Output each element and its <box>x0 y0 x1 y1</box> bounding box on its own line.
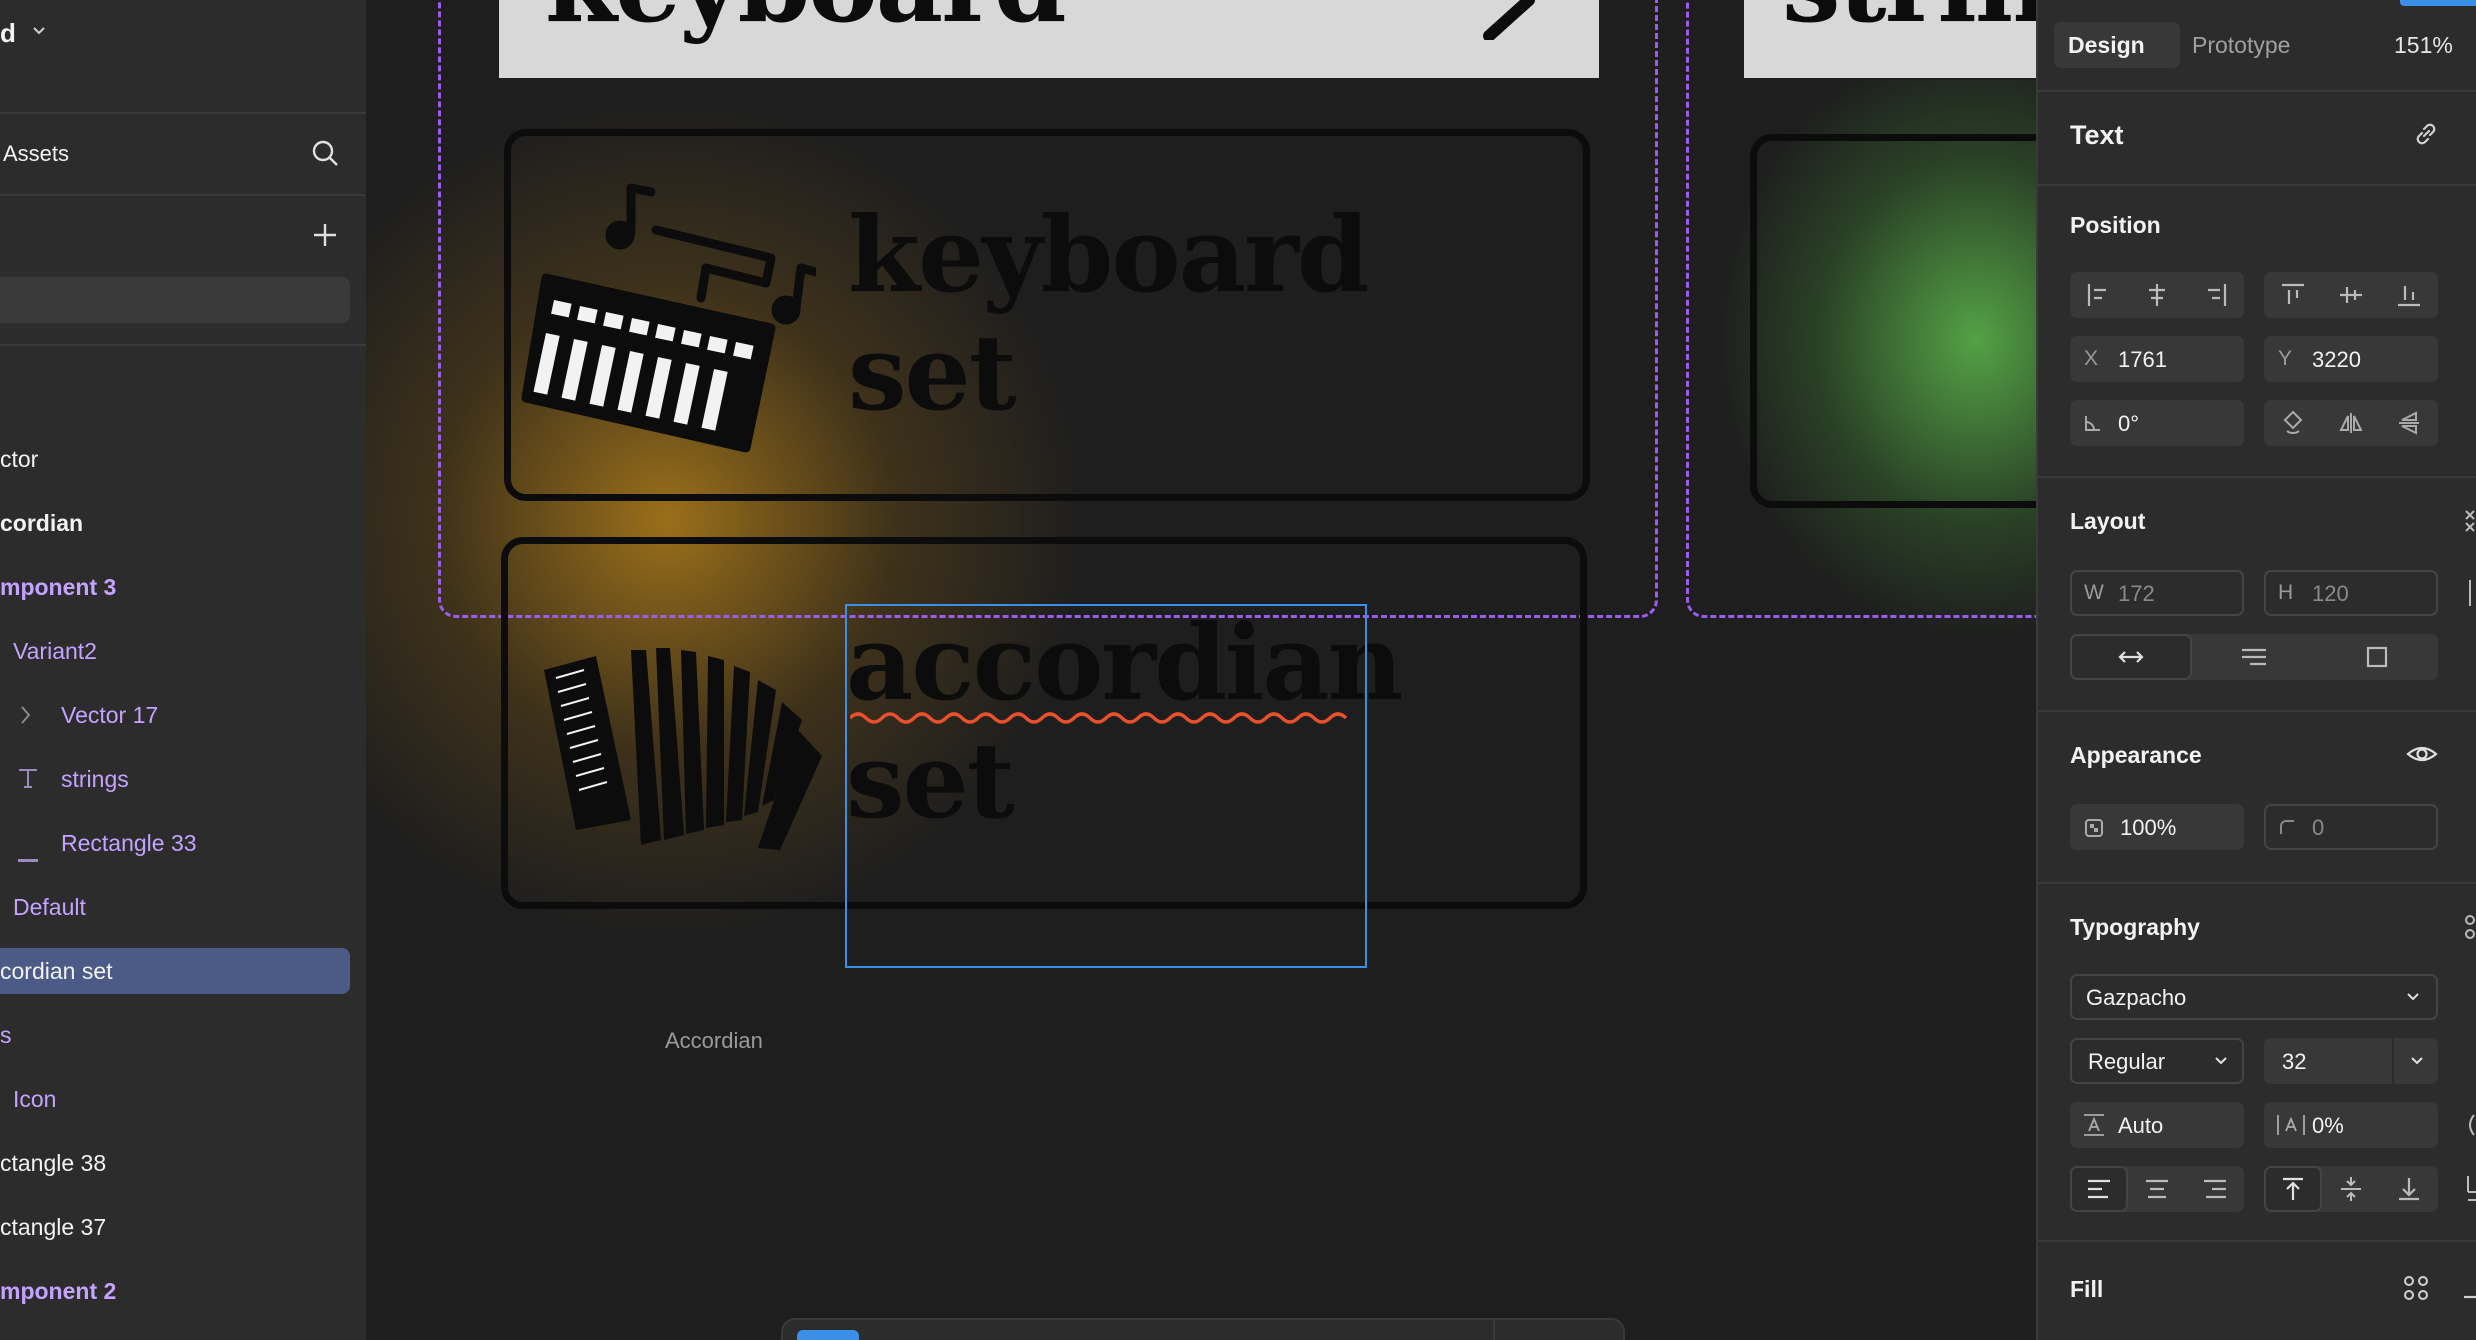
typography-title: Typography <box>2070 914 2200 940</box>
constraints-icon[interactable] <box>2462 578 2476 613</box>
section-title-text: Text <box>2070 120 2124 150</box>
strings-set-card[interactable] <box>1750 134 2036 508</box>
visibility-eye-icon[interactable] <box>2406 742 2438 771</box>
chevron-down-icon[interactable] <box>32 26 46 36</box>
transform-group <box>2264 400 2438 446</box>
tab-prototype[interactable]: Prototype <box>2192 32 2290 59</box>
align-middle-icon[interactable] <box>2322 272 2380 318</box>
text-icon <box>16 766 40 796</box>
layer-item[interactable]: mponent 2 <box>0 1268 350 1314</box>
line-height-field[interactable]: Auto <box>2070 1102 2244 1148</box>
line-height-icon <box>2082 1113 2106 1142</box>
typography-settings-icon[interactable] <box>2462 914 2476 945</box>
layer-item[interactable]: ctangle 37 <box>0 1204 350 1250</box>
y-position-field[interactable]: Y 3220 <box>2264 336 2438 382</box>
bottom-toolbar[interactable] <box>781 1318 1625 1340</box>
toolbar-divider <box>1493 1320 1495 1340</box>
resize-mode-group <box>2070 634 2438 680</box>
layer-item[interactable]: Default <box>0 884 350 930</box>
layer-item[interactable]: Rectangle 33 <box>0 820 350 866</box>
fixed-size-icon[interactable] <box>2316 634 2438 680</box>
height-field[interactable]: H 120 <box>2264 570 2438 616</box>
link-icon[interactable] <box>2412 120 2440 153</box>
angle-icon <box>2084 414 2102 437</box>
text-options-icon[interactable] <box>2464 1112 2476 1143</box>
font-weight-select[interactable]: Regular <box>2070 1038 2244 1084</box>
tab-design[interactable]: Design <box>2054 22 2180 68</box>
x-position-field[interactable]: X 1761 <box>2070 336 2244 382</box>
layer-item[interactable]: ctor <box>0 436 350 482</box>
styles-grid-icon[interactable] <box>2402 1274 2430 1307</box>
accordion-icon <box>536 640 836 865</box>
rotate-icon[interactable] <box>2264 400 2322 446</box>
chevron-right-icon[interactable] <box>20 704 32 731</box>
horizontal-align-group <box>2070 272 2244 318</box>
layer-item[interactable]: Vector 17 <box>0 692 350 738</box>
auto-width-icon[interactable] <box>2070 634 2192 680</box>
file-title[interactable]: d <box>0 18 16 49</box>
corner-radius-field[interactable]: 0 <box>2264 804 2438 850</box>
keyboard-set-line2[interactable]: set <box>848 314 1017 432</box>
align-top-icon[interactable] <box>2264 272 2322 318</box>
text-more-options-icon[interactable] <box>2464 1174 2476 1207</box>
layout-title: Layout <box>2070 508 2146 534</box>
add-page-icon[interactable] <box>311 221 339 249</box>
rotation-field[interactable]: 0° <box>2070 400 2244 446</box>
corner-radius-icon <box>2278 818 2296 841</box>
keyboard-set-line1[interactable]: keyboard <box>848 196 1370 314</box>
align-bottom-icon[interactable] <box>2380 272 2438 318</box>
properties-panel: Design Prototype 151% Text Position X 176… <box>2036 0 2476 1340</box>
flip-vertical-icon[interactable] <box>2380 400 2438 446</box>
align-right-icon[interactable] <box>2186 272 2244 318</box>
align-left-icon[interactable] <box>2070 272 2128 318</box>
text-align-right-icon[interactable] <box>2186 1166 2244 1212</box>
layer-item[interactable]: ctangle 38 <box>0 1140 350 1186</box>
layer-item-selected[interactable]: cordian set <box>0 948 350 994</box>
vertical-align-group <box>2264 272 2438 318</box>
page-item-selected[interactable] <box>0 277 350 323</box>
layer-item[interactable]: strings <box>0 756 350 802</box>
font-family-select[interactable]: Gazpacho <box>2070 974 2438 1020</box>
add-fill-icon[interactable] <box>2462 1286 2476 1304</box>
chevron-down-icon <box>2214 1056 2228 1066</box>
chevron-down-icon <box>2406 992 2420 1002</box>
text-selection-box[interactable] <box>845 604 1367 968</box>
line-icon <box>16 842 40 869</box>
align-center-h-icon[interactable] <box>2128 272 2186 318</box>
keyboard-icon <box>516 178 821 463</box>
assets-tab[interactable]: Assets <box>3 141 69 167</box>
frame-label[interactable]: Accordian <box>665 1028 763 1054</box>
fill-title: Fill <box>2070 1276 2104 1302</box>
move-tool-button[interactable] <box>797 1330 859 1340</box>
share-button-partial[interactable] <box>2400 0 2476 6</box>
layer-item[interactable]: s <box>0 1012 350 1058</box>
text-align-bottom-icon[interactable] <box>2380 1166 2438 1212</box>
width-field[interactable]: W 172 <box>2070 570 2244 616</box>
layer-item[interactable]: mponent 3 <box>0 564 350 610</box>
layer-item[interactable]: Variant2 <box>0 628 350 674</box>
layers-sidebar: d Assets ctor cordian mponent 3 Variant2… <box>0 0 368 1340</box>
design-canvas[interactable]: keyboard string <box>366 0 2036 1340</box>
letter-spacing-field[interactable]: 0% <box>2264 1102 2438 1148</box>
text-align-center-icon[interactable] <box>2128 1166 2186 1212</box>
opacity-icon <box>2084 818 2104 843</box>
text-align-middle-icon[interactable] <box>2322 1166 2380 1212</box>
auto-height-icon[interactable] <box>2192 634 2316 680</box>
position-title: Position <box>2070 212 2161 238</box>
zoom-level[interactable]: 151% <box>2394 32 2453 59</box>
letter-spacing-icon <box>2276 1113 2306 1142</box>
text-align-horizontal-group <box>2070 1166 2244 1212</box>
font-size-field[interactable]: 32 <box>2264 1038 2438 1084</box>
layer-item[interactable]: Icon <box>0 1076 350 1122</box>
layout-collapse-icon[interactable] <box>2462 508 2476 539</box>
flip-horizontal-icon[interactable] <box>2322 400 2380 446</box>
appearance-title: Appearance <box>2070 742 2202 768</box>
chevron-down-icon[interactable] <box>2410 1056 2424 1066</box>
search-icon[interactable] <box>310 138 340 168</box>
text-align-left-icon[interactable] <box>2070 1166 2128 1212</box>
text-align-vertical-group <box>2264 1166 2438 1212</box>
text-align-top-icon[interactable] <box>2264 1166 2322 1212</box>
layer-item[interactable]: cordian <box>0 500 350 546</box>
opacity-field[interactable]: 100% <box>2070 804 2244 850</box>
